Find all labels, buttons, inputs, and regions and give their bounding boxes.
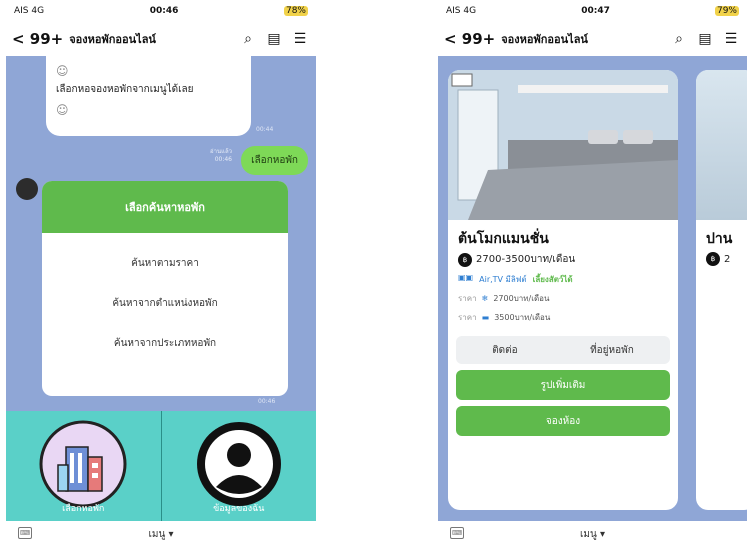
baht-icon: ฿ xyxy=(458,252,472,267)
rent-label: ราคา xyxy=(458,294,477,303)
contact-row: ติดต่อ ที่อยู่หอพัก xyxy=(456,336,670,364)
book-room-button[interactable]: จองห้อง xyxy=(456,406,670,436)
user-profile-icon xyxy=(196,422,281,506)
rent-line: ราคา ▬ 3500บาท/เดือน xyxy=(448,311,678,330)
battery: 79% xyxy=(714,6,739,16)
bedroom-image xyxy=(448,70,678,220)
menu-toggle[interactable]: เมนู ▾ xyxy=(580,527,605,542)
rent-fan: 2700บาท/เดือน xyxy=(493,294,550,303)
emoji-icon: ☺ xyxy=(56,103,69,117)
price-range: ฿ 2 xyxy=(696,252,747,272)
status-bar: AIS 4G 00:46 78% xyxy=(6,0,316,22)
message-time: 00:44 xyxy=(256,126,274,133)
dorm-name: ต้นโมกแมนชั่น xyxy=(458,231,549,247)
room-card-next[interactable]: ปาน ฿ 2 xyxy=(696,70,747,510)
room-card: ต้นโมกแมนชั่น ฿ 2700-3500บาท/เดือน ▣▣ Ai… xyxy=(448,70,678,510)
search-by-location-option[interactable]: ค้นหาจากตำแหน่งหอพัก xyxy=(42,283,288,323)
back-button[interactable]: < 99+ xyxy=(12,30,63,48)
card-title: เลือกค้นหาหอพัก xyxy=(42,181,288,233)
amenities-text: Air,TV มีลิฟต์ xyxy=(479,275,527,284)
aircon-icon: ▬ xyxy=(481,313,490,322)
bot-message-bubble: ☺ เลือกหอจองหอพักจากเมนูได้เลย ☺ xyxy=(46,56,251,136)
phone-screen-left: AIS 4G 00:46 78% < 99+ จองหอพักออนไลน์ ⌕… xyxy=(6,0,316,547)
bot-message-text: เลือกหอจองหอพักจากเมนูได้เลย xyxy=(56,84,194,95)
chat-area: ☺ เลือกหอจองหอพักจากเมนูได้เลย ☺ 00:44 อ… xyxy=(6,56,316,411)
clock: 00:47 xyxy=(581,6,610,16)
chat-title: จองหอพักออนไลน์ xyxy=(501,33,588,46)
chat-area: ต้นโมกแมนชั่น ฿ 2700-3500บาท/เดือน ▣▣ Ai… xyxy=(438,56,747,521)
chat-header: < 99+ จองหอพักออนไลน์ ⌕ ▤ ☰ xyxy=(6,22,316,56)
rent-line: ราคา ❄ 2700บาท/เดือน xyxy=(448,292,678,311)
bottom-menu-bar: ⌨ เมนู ▾ xyxy=(6,521,316,547)
read-label: อ่านแล้ว xyxy=(210,148,232,155)
rent-label: ราคา xyxy=(458,313,477,322)
dorm-name: ปาน xyxy=(706,231,733,247)
search-icon[interactable]: ⌕ xyxy=(669,29,689,49)
chat-title: จองหอพักออนไลน์ xyxy=(69,33,156,46)
phone-screen-right: AIS 4G 00:47 79% < 99+ จองหอพักออนไลน์ ⌕… xyxy=(438,0,747,547)
rich-menu-label: ข้อมูลของฉัน xyxy=(213,504,265,514)
amenity-icons: ▣▣ xyxy=(458,273,474,282)
menu-icon[interactable]: ☰ xyxy=(290,29,310,49)
address-button[interactable]: ที่อยู่หอพัก xyxy=(590,343,634,358)
carrier: AIS 4G xyxy=(446,6,477,16)
search-by-price-option[interactable]: ค้นหาตามราคา xyxy=(42,243,288,283)
notes-icon[interactable]: ▤ xyxy=(695,29,715,49)
price-range-text: 2700-3500บาท/เดือน xyxy=(476,254,576,265)
keyboard-icon[interactable]: ⌨ xyxy=(18,527,32,539)
status-bar: AIS 4G 00:47 79% xyxy=(438,0,747,22)
bot-avatar xyxy=(16,178,38,200)
pet-allowed-text: เลี้ยงสัตว์ได้ xyxy=(532,275,573,284)
chat-header: < 99+ จองหอพักออนไลน์ ⌕ ▤ ☰ xyxy=(438,22,747,56)
contact-button[interactable]: ติดต่อ xyxy=(492,343,518,358)
more-photos-button[interactable]: รูปเพิ่มเติม xyxy=(456,370,670,400)
building-icon xyxy=(39,420,127,508)
user-message-bubble: เลือกหอพัก xyxy=(241,146,308,175)
search-icon[interactable]: ⌕ xyxy=(238,29,258,49)
notes-icon[interactable]: ▤ xyxy=(264,29,284,49)
fan-icon: ❄ xyxy=(481,294,489,303)
battery: 78% xyxy=(283,6,308,16)
room-photo xyxy=(696,70,747,220)
read-receipt: อ่านแล้ว 00:46 xyxy=(210,148,232,164)
rich-menu-choose-dorm[interactable]: เลือกหอพัก xyxy=(6,411,161,521)
sent-time: 00:46 xyxy=(214,156,232,163)
search-by-type-option[interactable]: ค้นหาจากประเภทหอพัก xyxy=(42,323,288,363)
back-button[interactable]: < 99+ xyxy=(444,30,495,48)
room-photo xyxy=(448,70,678,220)
menu-toggle[interactable]: เมนู ▾ xyxy=(148,527,173,542)
rich-menu-label: เลือกหอพัก xyxy=(62,504,105,514)
price-range: ฿ 2700-3500บาท/เดือน xyxy=(448,252,678,273)
bottom-menu-bar: ⌨ เมนู ▾ xyxy=(438,521,747,547)
baht-icon: ฿ xyxy=(706,252,720,266)
rich-menu-my-info[interactable]: ข้อมูลของฉัน xyxy=(160,411,317,521)
carrier: AIS 4G xyxy=(14,6,45,16)
card-time: 00:46 xyxy=(258,398,276,405)
clock: 00:46 xyxy=(149,6,179,16)
keyboard-icon[interactable]: ⌨ xyxy=(450,527,464,539)
price-range-text: 2 xyxy=(724,253,731,265)
search-options-card: เลือกค้นหาหอพัก ค้นหาตามราคา ค้นหาจากตำแ… xyxy=(42,181,288,396)
emoji-icon: ☺ xyxy=(56,64,69,78)
rich-menu: เลือกหอพัก ข้อมูลของฉัน xyxy=(6,411,316,521)
amenities: ▣▣ Air,TV มีลิฟต์ เลี้ยงสัตว์ได้ xyxy=(448,273,678,292)
menu-icon[interactable]: ☰ xyxy=(721,29,741,49)
rent-aircon: 3500บาท/เดือน xyxy=(494,313,551,322)
